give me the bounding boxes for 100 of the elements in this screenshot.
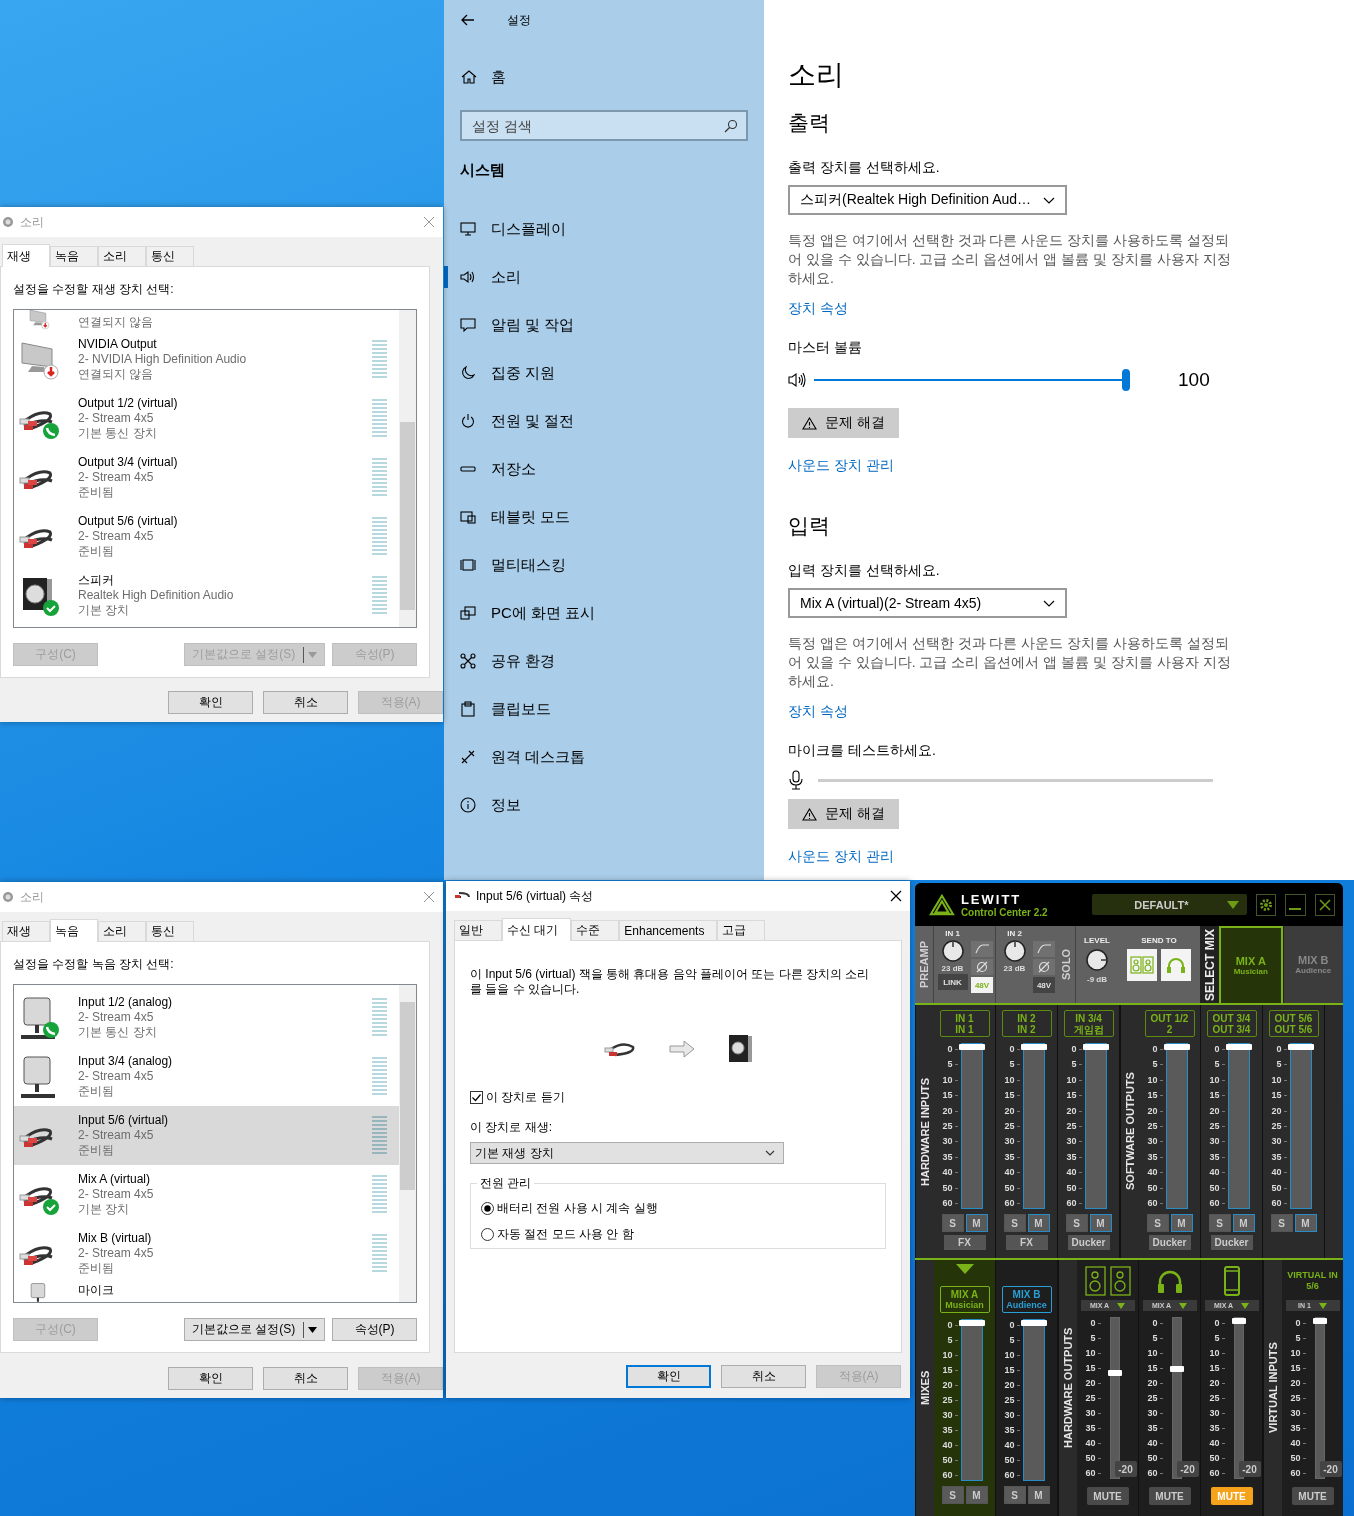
mute-button[interactable]: M: [1027, 1486, 1050, 1504]
nav-item[interactable]: 디스플레이: [444, 205, 764, 253]
radio-option[interactable]: 자동 절전 모드 사용 안 함: [481, 1226, 634, 1243]
fader-handle[interactable]: [1107, 1370, 1122, 1377]
tab[interactable]: 소리: [98, 246, 146, 266]
phase-button[interactable]: [1033, 959, 1055, 975]
close-button[interactable]: [1314, 893, 1335, 916]
device-properties-link[interactable]: 장치 속성: [788, 298, 848, 318]
device-item[interactable]: Output 5/6 (virtual) 2- Stream 4x5 준비됨: [14, 507, 399, 566]
nav-item[interactable]: 태블릿 모드: [444, 493, 764, 541]
fader-handle[interactable]: [1169, 1365, 1184, 1372]
fader-handle[interactable]: [1020, 1044, 1047, 1050]
radio-option[interactable]: 배터리 전원 사용 시 계속 실행: [481, 1200, 658, 1217]
gain-knob[interactable]: [940, 939, 965, 963]
gain-knob[interactable]: [1002, 939, 1027, 963]
tab[interactable]: 일반: [454, 920, 502, 940]
search-field[interactable]: 설정 검색: [460, 110, 748, 141]
dialog-button[interactable]: 확인: [626, 1365, 711, 1388]
device-item[interactable]: Input 3/4 (analog) 2- Stream 4x5 준비됨: [14, 1047, 399, 1106]
tab[interactable]: 고급: [717, 920, 766, 940]
filter-button[interactable]: [971, 941, 993, 957]
mute-button[interactable]: M: [965, 1214, 988, 1232]
nav-item[interactable]: 클립보드: [444, 685, 764, 733]
dialog-button[interactable]: 취소: [263, 691, 348, 714]
tab[interactable]: Enhancements: [619, 920, 718, 940]
filter-button[interactable]: [1033, 941, 1055, 957]
nav-item[interactable]: 정보: [444, 781, 764, 829]
fader-handle[interactable]: [1020, 1320, 1047, 1326]
solo-button[interactable]: S: [1208, 1214, 1231, 1232]
scrollbar[interactable]: [399, 985, 416, 1302]
nav-item[interactable]: 저장소: [444, 445, 764, 493]
fader-handle[interactable]: [958, 1320, 985, 1326]
settings-button[interactable]: [1255, 893, 1276, 916]
dialog-button[interactable]: 취소: [263, 1367, 348, 1390]
device-properties-link[interactable]: 장치 속성: [788, 701, 848, 721]
dialog-button[interactable]: 취소: [721, 1365, 806, 1388]
device-item[interactable]: Input 1/2 (analog) 2- Stream 4x5 기본 통신 장치: [14, 988, 399, 1047]
device-item[interactable]: 스피커 Realtek High Definition Audio 기본 장치: [14, 566, 399, 625]
mute-button[interactable]: M: [965, 1486, 988, 1504]
fader-handle[interactable]: [1163, 1044, 1190, 1050]
channel-effect-button[interactable]: Ducker: [1148, 1235, 1191, 1250]
speaker-icon[interactable]: [788, 372, 808, 388]
mute-button[interactable]: M: [1027, 1214, 1050, 1232]
mute-button[interactable]: MUTE: [1148, 1487, 1191, 1505]
nav-item[interactable]: 집중 지원: [444, 349, 764, 397]
nav-item[interactable]: 소리: [444, 253, 764, 301]
tab[interactable]: 재생: [2, 921, 50, 941]
nav-item[interactable]: 멀티태스킹: [444, 541, 764, 589]
tab[interactable]: 녹음: [50, 246, 98, 266]
solo-button[interactable]: S: [1146, 1214, 1169, 1232]
link-button[interactable]: LINK: [937, 974, 968, 990]
solo-button[interactable]: S: [941, 1214, 964, 1232]
fader-handle[interactable]: [1225, 1044, 1252, 1050]
mute-button[interactable]: M: [1089, 1214, 1112, 1232]
device-item[interactable]: Mix B (virtual) 2- Stream 4x5 준비됨: [14, 1224, 399, 1283]
tab[interactable]: 통신: [146, 246, 194, 266]
channel-effect-button[interactable]: Ducker: [1067, 1235, 1110, 1250]
nav-item[interactable]: 전원 및 절전: [444, 397, 764, 445]
tab[interactable]: 수신 대기: [502, 918, 572, 941]
channel-effect-button[interactable]: Ducker: [1210, 1235, 1253, 1250]
fader-handle[interactable]: [1312, 1318, 1327, 1324]
nav-item[interactable]: PC에 화면 표시: [444, 589, 764, 637]
solo-button[interactable]: S: [941, 1486, 964, 1504]
minimize-button[interactable]: [1285, 893, 1306, 916]
device-item[interactable]: 연결되지 않음: [14, 310, 399, 330]
tab[interactable]: 재생: [2, 244, 50, 267]
device-item[interactable]: Output 3/4 (virtual) 2- Stream 4x5 준비됨: [14, 448, 399, 507]
channel-effect-button[interactable]: FX: [1005, 1235, 1048, 1250]
split-button[interactable]: 기본값으로 설정(S): [184, 1318, 325, 1341]
nav-item[interactable]: 알림 및 작업: [444, 301, 764, 349]
close-icon[interactable]: [890, 890, 902, 902]
level-knob[interactable]: [1085, 948, 1109, 972]
back-arrow-icon[interactable]: [461, 14, 475, 26]
troubleshoot-button[interactable]: 문제 해결: [788, 408, 899, 438]
mix-select-button[interactable]: MIX A Musician: [1219, 926, 1283, 1003]
pad-button[interactable]: -20: [1238, 1461, 1261, 1477]
scrollbar[interactable]: [399, 310, 416, 627]
mute-button[interactable]: M: [1232, 1214, 1255, 1232]
fader-handle[interactable]: [1231, 1318, 1246, 1324]
mute-button[interactable]: MUTE: [1291, 1487, 1334, 1505]
listen-checkbox[interactable]: 이 장치로 듣기: [470, 1089, 565, 1106]
fader-handle[interactable]: [1082, 1044, 1109, 1050]
mute-button[interactable]: M: [1294, 1214, 1317, 1232]
pad-button[interactable]: -20: [1176, 1461, 1199, 1477]
home-link[interactable]: 홈: [444, 53, 764, 101]
preset-dropdown[interactable]: DEFAULT*: [1092, 894, 1247, 915]
solo-button[interactable]: S: [1003, 1486, 1026, 1504]
fader-handle[interactable]: [958, 1044, 985, 1050]
device-item[interactable]: 마이크: [14, 1283, 399, 1302]
tab[interactable]: 통신: [146, 921, 194, 941]
pad-button[interactable]: -20: [1114, 1461, 1137, 1477]
dialog-button[interactable]: 속성(P): [332, 1318, 417, 1341]
nav-item[interactable]: 공유 환경: [444, 637, 764, 685]
solo-button[interactable]: S: [1270, 1214, 1293, 1232]
troubleshoot-button[interactable]: 문제 해결: [788, 799, 899, 829]
tab[interactable]: 수준: [571, 920, 620, 940]
tab[interactable]: 소리: [98, 921, 146, 941]
device-dropdown[interactable]: 스피커(Realtek High Definition Aud…: [788, 185, 1067, 215]
mute-button[interactable]: MUTE: [1086, 1487, 1129, 1505]
device-item[interactable]: Output 1/2 (virtual) 2- Stream 4x5 기본 통신 장치: [14, 389, 399, 448]
